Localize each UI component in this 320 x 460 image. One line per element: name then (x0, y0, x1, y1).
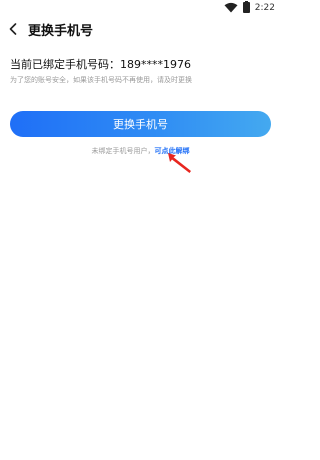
current-phone-label: 当前已绑定手机号码： (10, 58, 120, 71)
security-hint: 为了您的账号安全，如果该手机号码不再使用，请及时更换 (10, 76, 192, 84)
unbind-prefix: 未绑定手机号用户， (91, 147, 155, 155)
change-phone-button[interactable]: 更换手机号 (10, 111, 271, 137)
app-bar: 更换手机号 (0, 16, 281, 44)
back-button[interactable] (6, 22, 20, 36)
status-icons: 2:22 (224, 1, 275, 13)
red-arrow-icon (168, 153, 191, 173)
unbind-line: 未绑定手机号用户，可点此解绑 (0, 146, 281, 156)
wifi-icon (224, 2, 238, 13)
current-phone-number: 189****1976 (120, 58, 191, 71)
status-bar: 2:22 (0, 0, 281, 16)
battery-icon (242, 1, 250, 13)
page-title: 更换手机号 (28, 24, 94, 39)
chevron-left-icon (9, 23, 17, 35)
current-phone-line: 当前已绑定手机号码：189****1976 (10, 56, 191, 72)
status-time: 2:22 (254, 2, 275, 13)
